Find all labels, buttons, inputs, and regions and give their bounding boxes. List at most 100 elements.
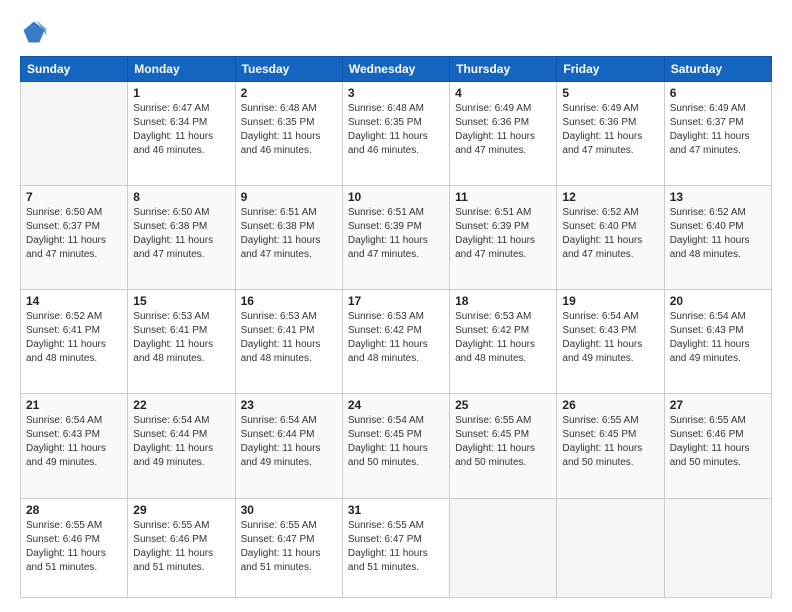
calendar-cell: 20 Sunrise: 6:54 AM Sunset: 6:43 PM Dayli… xyxy=(664,290,771,394)
column-header-saturday: Saturday xyxy=(664,57,771,82)
day-info: Sunrise: 6:55 AM Sunset: 6:47 PM Dayligh… xyxy=(241,519,337,575)
calendar-cell: 14 Sunrise: 6:52 AM Sunset: 6:41 PM Dayli… xyxy=(21,290,128,394)
calendar-cell: 10 Sunrise: 6:51 AM Sunset: 6:39 PM Dayli… xyxy=(342,186,449,290)
day-info: Sunrise: 6:53 AM Sunset: 6:41 PM Dayligh… xyxy=(133,310,229,366)
day-number: 12 xyxy=(562,190,658,204)
week-row-3: 14 Sunrise: 6:52 AM Sunset: 6:41 PM Dayli… xyxy=(21,290,772,394)
day-info: Sunrise: 6:55 AM Sunset: 6:47 PM Dayligh… xyxy=(348,519,444,575)
calendar-cell: 2 Sunrise: 6:48 AM Sunset: 6:35 PM Daylig… xyxy=(235,82,342,186)
calendar-cell: 26 Sunrise: 6:55 AM Sunset: 6:45 PM Dayli… xyxy=(557,394,664,498)
day-number: 25 xyxy=(455,398,551,412)
day-number: 30 xyxy=(241,503,337,517)
day-info: Sunrise: 6:53 AM Sunset: 6:42 PM Dayligh… xyxy=(455,310,551,366)
day-info: Sunrise: 6:48 AM Sunset: 6:35 PM Dayligh… xyxy=(348,102,444,158)
day-number: 1 xyxy=(133,86,229,100)
calendar-header-row: SundayMondayTuesdayWednesdayThursdayFrid… xyxy=(21,57,772,82)
column-header-wednesday: Wednesday xyxy=(342,57,449,82)
column-header-tuesday: Tuesday xyxy=(235,57,342,82)
day-info: Sunrise: 6:49 AM Sunset: 6:36 PM Dayligh… xyxy=(455,102,551,158)
calendar-cell: 29 Sunrise: 6:55 AM Sunset: 6:46 PM Dayli… xyxy=(128,498,235,597)
day-number: 5 xyxy=(562,86,658,100)
calendar-cell: 21 Sunrise: 6:54 AM Sunset: 6:43 PM Dayli… xyxy=(21,394,128,498)
day-number: 27 xyxy=(670,398,766,412)
calendar-cell: 22 Sunrise: 6:54 AM Sunset: 6:44 PM Dayli… xyxy=(128,394,235,498)
day-info: Sunrise: 6:54 AM Sunset: 6:44 PM Dayligh… xyxy=(241,414,337,470)
calendar-cell: 19Sunrise: 6:54 AM Sunset: 6:43 PM Dayli… xyxy=(557,290,664,394)
day-number: 18 xyxy=(455,294,551,308)
calendar-cell: 3 Sunrise: 6:48 AM Sunset: 6:35 PM Daylig… xyxy=(342,82,449,186)
calendar-cell xyxy=(664,498,771,597)
calendar-cell: 8 Sunrise: 6:50 AM Sunset: 6:38 PM Daylig… xyxy=(128,186,235,290)
calendar-cell: 23 Sunrise: 6:54 AM Sunset: 6:44 PM Dayli… xyxy=(235,394,342,498)
day-number: 21 xyxy=(26,398,122,412)
calendar: SundayMondayTuesdayWednesdayThursdayFrid… xyxy=(20,56,772,598)
day-number: 3 xyxy=(348,86,444,100)
day-number: 16 xyxy=(241,294,337,308)
calendar-cell: 25 Sunrise: 6:55 AM Sunset: 6:45 PM Dayli… xyxy=(450,394,557,498)
day-number: 20 xyxy=(670,294,766,308)
day-info: Sunrise: 6:55 AM Sunset: 6:46 PM Dayligh… xyxy=(133,519,229,575)
week-row-4: 21 Sunrise: 6:54 AM Sunset: 6:43 PM Dayli… xyxy=(21,394,772,498)
calendar-cell: 9Sunrise: 6:51 AM Sunset: 6:38 PM Daylig… xyxy=(235,186,342,290)
day-info: Sunrise: 6:49 AM Sunset: 6:36 PM Dayligh… xyxy=(562,102,658,158)
page: SundayMondayTuesdayWednesdayThursdayFrid… xyxy=(0,0,792,612)
column-header-friday: Friday xyxy=(557,57,664,82)
day-info: Sunrise: 6:53 AM Sunset: 6:42 PM Dayligh… xyxy=(348,310,444,366)
day-number: 24 xyxy=(348,398,444,412)
calendar-cell: 17 Sunrise: 6:53 AM Sunset: 6:42 PM Dayli… xyxy=(342,290,449,394)
day-number: 26 xyxy=(562,398,658,412)
day-number: 4 xyxy=(455,86,551,100)
week-row-1: 1 Sunrise: 6:47 AM Sunset: 6:34 PM Daylig… xyxy=(21,82,772,186)
day-number: 31 xyxy=(348,503,444,517)
day-number: 6 xyxy=(670,86,766,100)
calendar-cell: 5 Sunrise: 6:49 AM Sunset: 6:36 PM Daylig… xyxy=(557,82,664,186)
day-info: Sunrise: 6:51 AM Sunset: 6:39 PM Dayligh… xyxy=(348,206,444,262)
calendar-cell: 6 Sunrise: 6:49 AM Sunset: 6:37 PM Daylig… xyxy=(664,82,771,186)
day-number: 2 xyxy=(241,86,337,100)
day-info: Sunrise: 6:52 AM Sunset: 6:40 PM Dayligh… xyxy=(562,206,658,262)
day-number: 15 xyxy=(133,294,229,308)
day-number: 17 xyxy=(348,294,444,308)
day-info: Sunrise: 6:55 AM Sunset: 6:45 PM Dayligh… xyxy=(455,414,551,470)
column-header-monday: Monday xyxy=(128,57,235,82)
day-number: 11 xyxy=(455,190,551,204)
day-number: 22 xyxy=(133,398,229,412)
week-row-2: 7 Sunrise: 6:50 AM Sunset: 6:37 PM Daylig… xyxy=(21,186,772,290)
day-info: Sunrise: 6:47 AM Sunset: 6:34 PM Dayligh… xyxy=(133,102,229,158)
day-info: Sunrise: 6:55 AM Sunset: 6:46 PM Dayligh… xyxy=(670,414,766,470)
day-number: 9 xyxy=(241,190,337,204)
day-info: Sunrise: 6:54 AM Sunset: 6:43 PM Dayligh… xyxy=(670,310,766,366)
calendar-cell: 27 Sunrise: 6:55 AM Sunset: 6:46 PM Dayli… xyxy=(664,394,771,498)
calendar-cell: 15 Sunrise: 6:53 AM Sunset: 6:41 PM Dayli… xyxy=(128,290,235,394)
day-info: Sunrise: 6:52 AM Sunset: 6:41 PM Dayligh… xyxy=(26,310,122,366)
calendar-cell: 11Sunrise: 6:51 AM Sunset: 6:39 PM Dayli… xyxy=(450,186,557,290)
day-info: Sunrise: 6:50 AM Sunset: 6:38 PM Dayligh… xyxy=(133,206,229,262)
calendar-cell: 31 Sunrise: 6:55 AM Sunset: 6:47 PM Dayli… xyxy=(342,498,449,597)
calendar-cell: 18 Sunrise: 6:53 AM Sunset: 6:42 PM Dayli… xyxy=(450,290,557,394)
logo-icon xyxy=(20,18,48,46)
calendar-cell xyxy=(557,498,664,597)
day-info: Sunrise: 6:54 AM Sunset: 6:43 PM Dayligh… xyxy=(26,414,122,470)
day-number: 23 xyxy=(241,398,337,412)
day-info: Sunrise: 6:48 AM Sunset: 6:35 PM Dayligh… xyxy=(241,102,337,158)
calendar-cell: 4 Sunrise: 6:49 AM Sunset: 6:36 PM Daylig… xyxy=(450,82,557,186)
day-number: 14 xyxy=(26,294,122,308)
calendar-cell: 16Sunrise: 6:53 AM Sunset: 6:41 PM Dayli… xyxy=(235,290,342,394)
day-info: Sunrise: 6:55 AM Sunset: 6:45 PM Dayligh… xyxy=(562,414,658,470)
calendar-cell xyxy=(21,82,128,186)
day-info: Sunrise: 6:49 AM Sunset: 6:37 PM Dayligh… xyxy=(670,102,766,158)
calendar-cell: 24 Sunrise: 6:54 AM Sunset: 6:45 PM Dayli… xyxy=(342,394,449,498)
day-number: 29 xyxy=(133,503,229,517)
calendar-cell: 12 Sunrise: 6:52 AM Sunset: 6:40 PM Dayli… xyxy=(557,186,664,290)
column-header-thursday: Thursday xyxy=(450,57,557,82)
day-info: Sunrise: 6:54 AM Sunset: 6:44 PM Dayligh… xyxy=(133,414,229,470)
day-number: 10 xyxy=(348,190,444,204)
day-number: 13 xyxy=(670,190,766,204)
day-number: 8 xyxy=(133,190,229,204)
calendar-cell: 28Sunrise: 6:55 AM Sunset: 6:46 PM Dayli… xyxy=(21,498,128,597)
week-row-5: 28Sunrise: 6:55 AM Sunset: 6:46 PM Dayli… xyxy=(21,498,772,597)
day-info: Sunrise: 6:50 AM Sunset: 6:37 PM Dayligh… xyxy=(26,206,122,262)
day-number: 7 xyxy=(26,190,122,204)
day-info: Sunrise: 6:54 AM Sunset: 6:45 PM Dayligh… xyxy=(348,414,444,470)
calendar-cell: 1 Sunrise: 6:47 AM Sunset: 6:34 PM Daylig… xyxy=(128,82,235,186)
